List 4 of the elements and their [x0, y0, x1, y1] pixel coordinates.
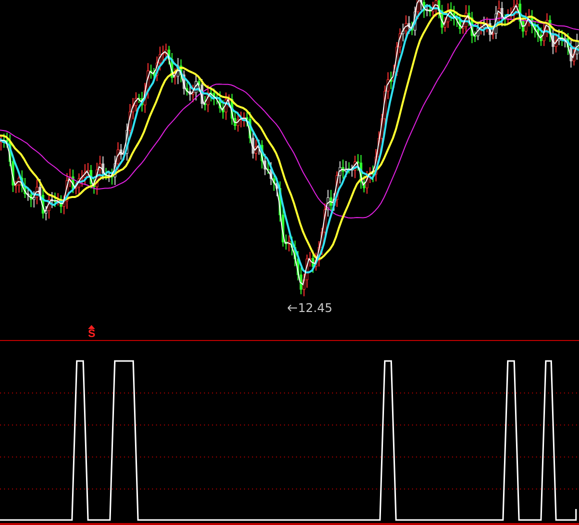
arrow-left-icon	[287, 304, 297, 312]
signal-marker: S	[88, 329, 96, 340]
price-label: 12.45	[298, 301, 332, 315]
caret-icon	[88, 325, 96, 329]
